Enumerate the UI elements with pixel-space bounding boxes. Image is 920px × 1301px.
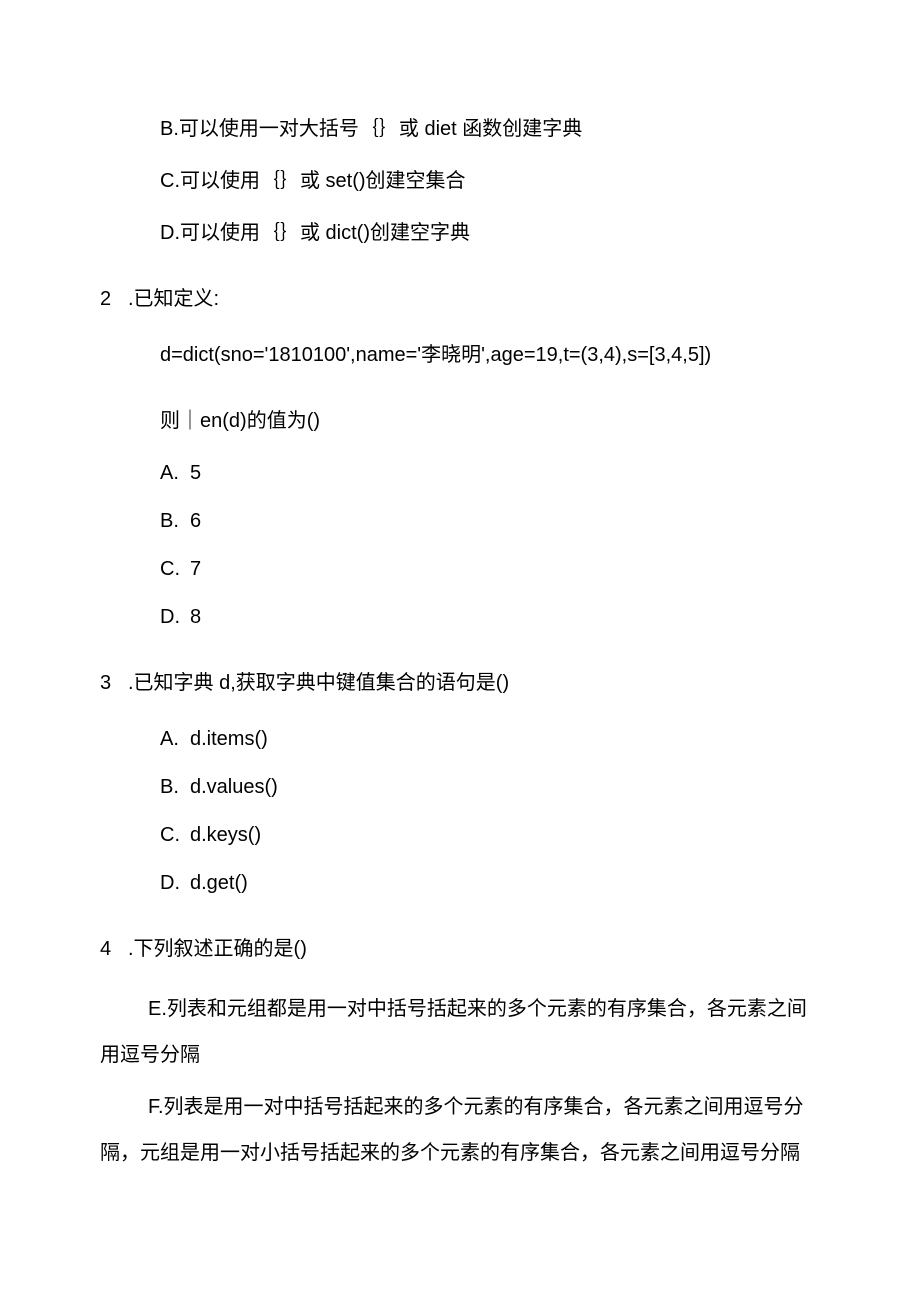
q4-option-e: E.列表和元组都是用一对中括号括起来的多个元素的有序集合，各元素之间用逗号分隔	[100, 986, 820, 1078]
option-label: B.	[160, 768, 190, 806]
option-label: C.	[160, 550, 190, 588]
q3-option-a: A.d.items()	[160, 720, 820, 758]
option-label: A.	[160, 720, 190, 758]
option-label: B.	[160, 502, 190, 540]
q4-option-f: F.列表是用一对中括号括起来的多个元素的有序集合，各元素之间用逗号分隔，元组是用…	[100, 1084, 820, 1176]
question-2-code: d=dict(sno='1810100',name='李晓明',age=19,t…	[160, 336, 820, 374]
document-page: B.可以使用一对大括号｛｝或 diet 函数创建字典 C.可以使用｛｝或 set…	[0, 0, 920, 1301]
option-value: d.items()	[190, 728, 268, 750]
option-value: 5	[190, 462, 201, 484]
question-text: .已知字典 d,获取字典中键值集合的语句是()	[128, 672, 509, 694]
option-value: d.values()	[190, 776, 278, 798]
option-value: d.keys()	[190, 824, 261, 846]
question-text: .已知定义:	[128, 288, 219, 310]
q2-option-d: D.8	[160, 598, 820, 636]
question-2-stem: 2.已知定义:	[100, 280, 820, 318]
option-label: D.	[160, 598, 190, 636]
question-number: 3	[100, 664, 128, 702]
option-label: A.	[160, 454, 190, 492]
top-option-c: C.可以使用｛｝或 set()创建空集合	[160, 162, 820, 200]
top-option-d: D.可以使用｛｝或 dict()创建空字典	[160, 214, 820, 252]
question-3-stem: 3.已知字典 d,获取字典中键值集合的语句是()	[100, 664, 820, 702]
option-value: 6	[190, 510, 201, 532]
q2-option-a: A.5	[160, 454, 820, 492]
q3-option-c: C.d.keys()	[160, 816, 820, 854]
question-2-prompt: 则｜en(d)的值为()	[160, 402, 820, 440]
q2-option-c: C.7	[160, 550, 820, 588]
option-value: d.get()	[190, 872, 248, 894]
question-number: 4	[100, 930, 128, 968]
option-label: D.	[160, 864, 190, 902]
question-number: 2	[100, 280, 128, 318]
q3-option-d: D.d.get()	[160, 864, 820, 902]
q3-option-b: B.d.values()	[160, 768, 820, 806]
question-text: .下列叙述正确的是()	[128, 938, 307, 960]
question-4-stem: 4.下列叙述正确的是()	[100, 930, 820, 968]
option-value: 8	[190, 606, 201, 628]
option-value: 7	[190, 558, 201, 580]
q2-option-b: B.6	[160, 502, 820, 540]
option-label: C.	[160, 816, 190, 854]
top-option-b: B.可以使用一对大括号｛｝或 diet 函数创建字典	[160, 110, 820, 148]
